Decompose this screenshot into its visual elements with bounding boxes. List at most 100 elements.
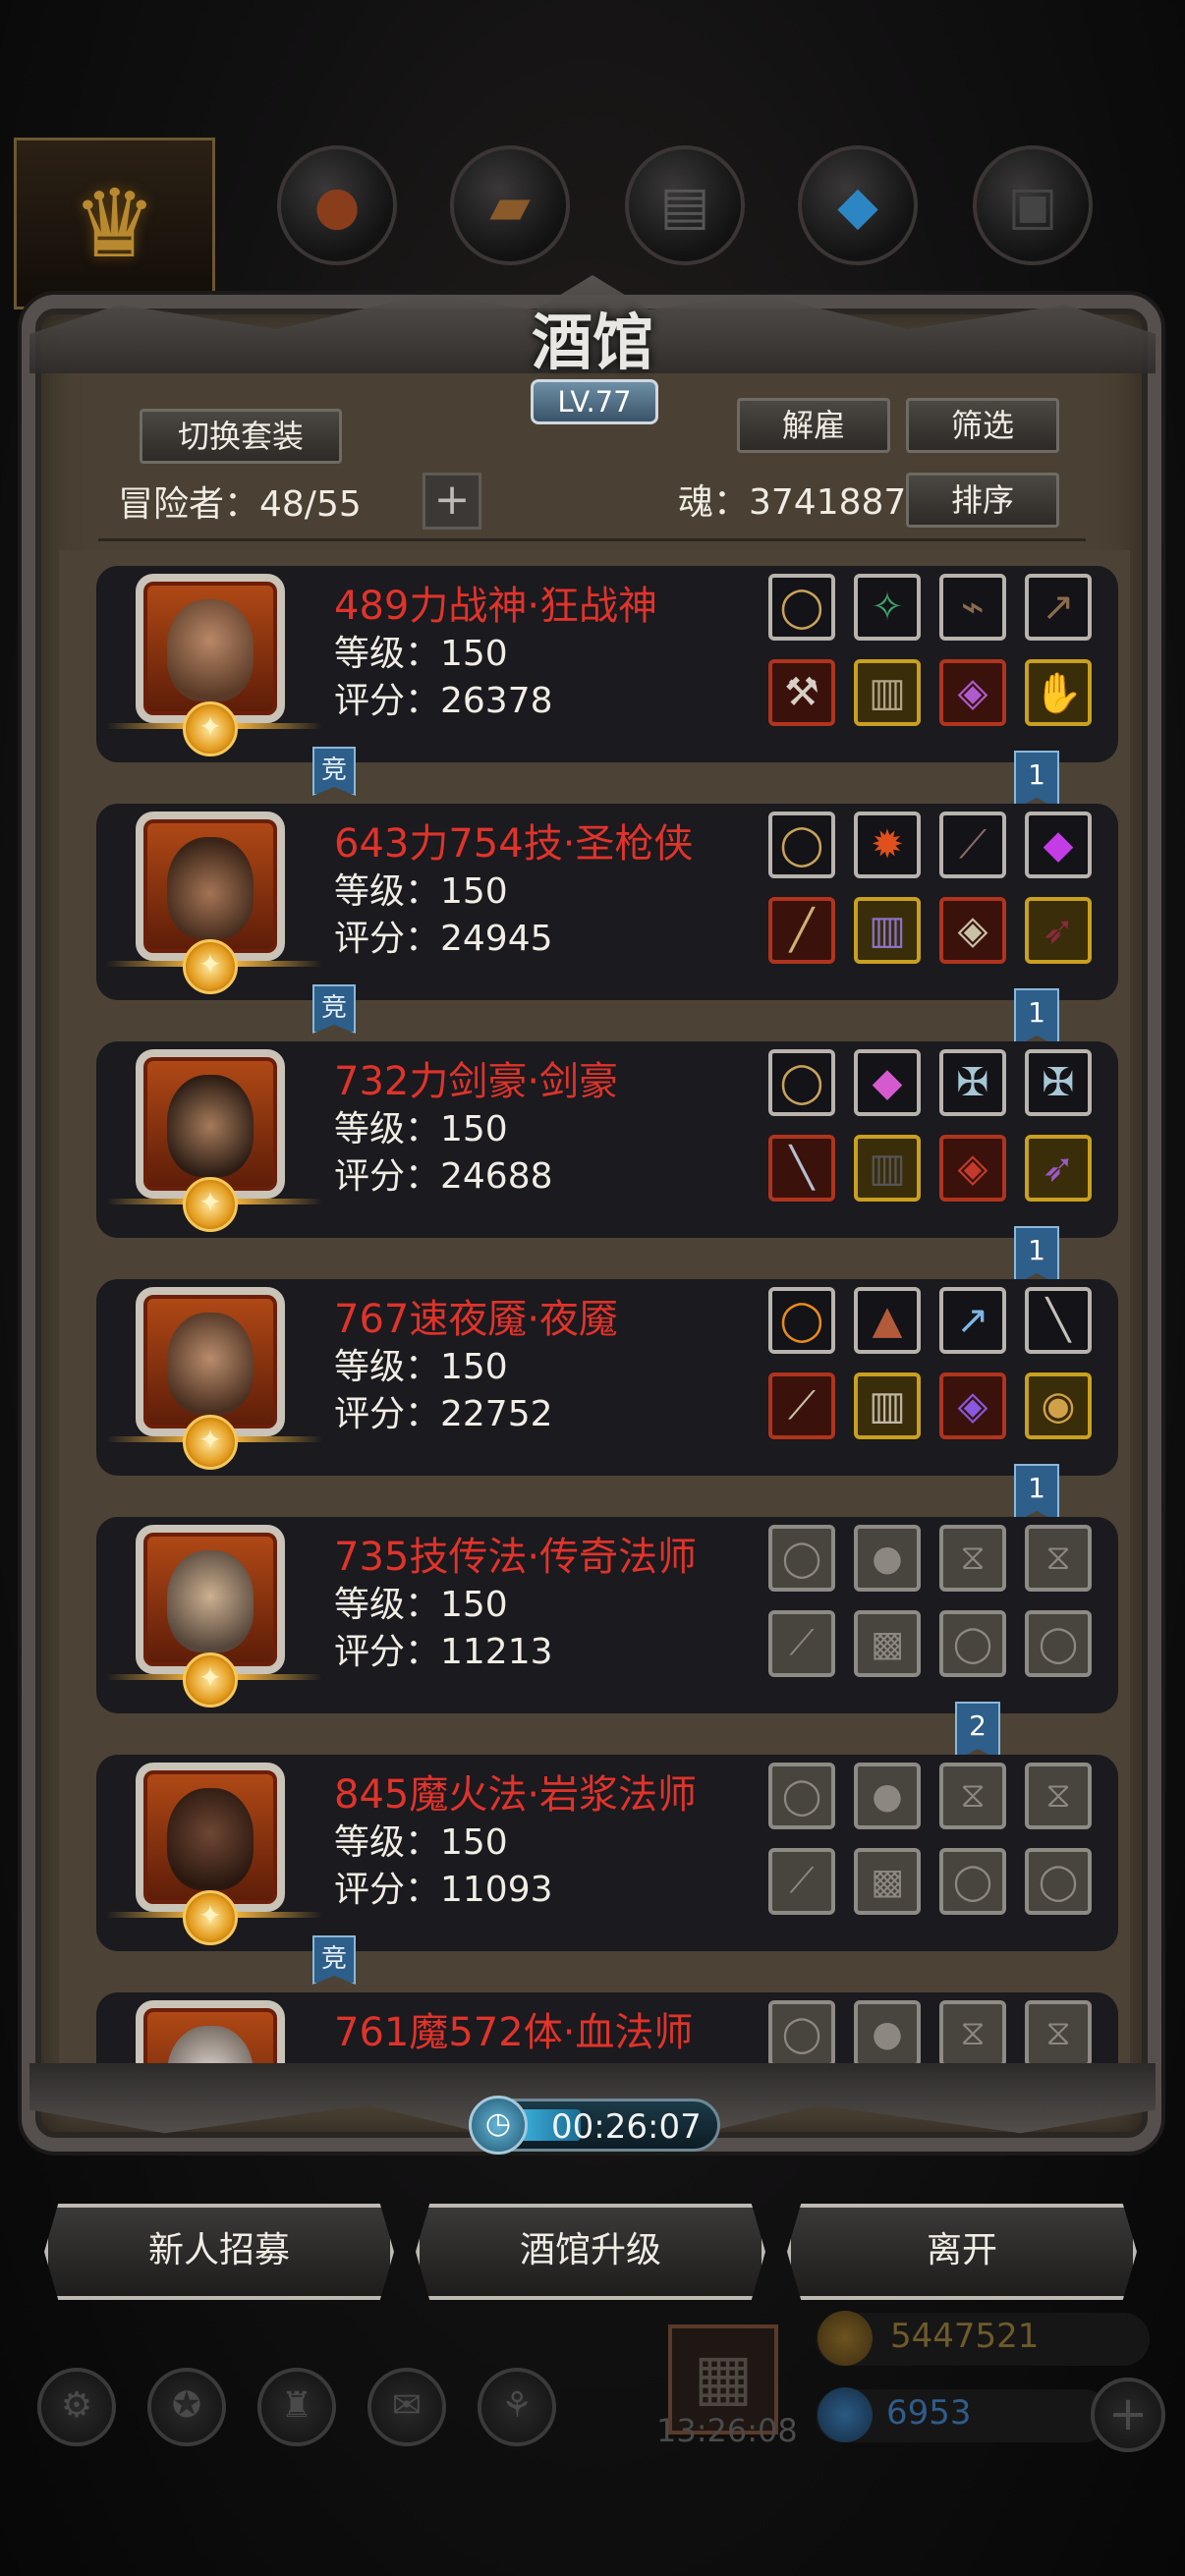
achievement-icon[interactable]: ✪	[147, 2368, 226, 2446]
switch-set-button[interactable]: 切换套装	[140, 409, 342, 464]
hero-score: 评分：26378	[334, 681, 553, 721]
empty-armor-slot-icon[interactable]: ▩	[854, 1848, 921, 1915]
hero-card[interactable]: ✦ 732力剑豪·剑豪 等级：150 评分：24688 ◯ ◆ ✠ ✠ ╲ ▥ …	[96, 1041, 1118, 1238]
axe-icon[interactable]: ⚒	[768, 659, 835, 726]
rune-icon[interactable]: ✠	[1025, 1049, 1092, 1116]
hero-card[interactable]: ✦ 489力战神·狂战神 等级：150 评分：26378 ◯ ✧ ⌁ ↗ ⚒ ▥…	[96, 566, 1118, 762]
leave-button[interactable]: 离开	[787, 2204, 1137, 2300]
hero-list[interactable]: ✦ 489力战神·狂战神 等级：150 评分：26378 ◯ ✧ ⌁ ↗ ⚒ ▥…	[59, 550, 1130, 2071]
star-icon: ✦	[183, 1415, 238, 1470]
helmet-icon[interactable]: ◈	[939, 897, 1006, 964]
empty-rune-slot-icon[interactable]: ⧖	[939, 1763, 1006, 1829]
rune-icon[interactable]: ✠	[939, 1049, 1006, 1116]
hud-clock: 13:26:08	[656, 2412, 798, 2449]
empty-accessory-slot-icon[interactable]: ◯	[1025, 1848, 1092, 1915]
empty-weapon-slot-icon[interactable]: ⟋	[768, 1848, 835, 1915]
empty-gem-slot-icon[interactable]: ●	[854, 1763, 921, 1829]
boots-icon[interactable]: ➶	[1025, 1135, 1092, 1202]
empty-accessory-slot-icon[interactable]: ◯	[1025, 1610, 1092, 1677]
star-icon: ✦	[183, 701, 238, 756]
hero-name: 767速夜魇·夜魇	[334, 1297, 619, 1342]
gem-icon	[818, 2387, 873, 2442]
wing-decoration	[234, 1436, 322, 1442]
hero-menu-icon[interactable]: ♜	[257, 2368, 336, 2446]
hero-card[interactable]: ✦ 845魔火法·岩浆法师 等级：150 评分：11093 ◯ ● ⧖ ⧖ ⟋ …	[96, 1755, 1118, 1951]
mail-icon[interactable]: ✉	[367, 2368, 446, 2446]
boots-icon[interactable]: ➶	[1025, 897, 1092, 964]
filter-button[interactable]: 筛选	[906, 398, 1059, 453]
spear-icon[interactable]: ╱	[768, 897, 835, 964]
hero-card[interactable]: ✦ 767速夜魇·夜魇 等级：150 评分：22752 ◯ ▲ ↗ ╲ ⟋ ▥ …	[96, 1279, 1118, 1476]
empty-ring-slot-icon[interactable]: ◯	[768, 2000, 835, 2067]
stone-icon: ▤	[659, 174, 710, 237]
fire-gem-icon[interactable]: ✹	[854, 812, 921, 878]
arena-tag: 竞	[312, 984, 356, 1034]
recruit-button[interactable]: 新人招募	[44, 2204, 394, 2300]
ring-icon[interactable]: ◯	[768, 1287, 835, 1354]
star-icon: ✦	[183, 1652, 238, 1708]
hero-card[interactable]: ✦ 735技传法·传奇法师 等级：150 评分：11213 ◯ ● ⧖ ⧖ ⟋ …	[96, 1517, 1118, 1713]
amulet-icon[interactable]: ⌁	[939, 574, 1006, 641]
ring-icon[interactable]: ◯	[768, 1049, 835, 1116]
add-resource-icon[interactable]: +	[1091, 2378, 1165, 2452]
cloak-icon[interactable]: ▲	[854, 1287, 921, 1354]
wing-decoration	[234, 1199, 322, 1204]
armor-icon[interactable]: ▥	[854, 659, 921, 726]
resource-orb-meat: ●	[277, 145, 397, 265]
star-icon: ✦	[183, 1890, 238, 1945]
empty-gem-slot-icon[interactable]: ●	[854, 1525, 921, 1592]
hero-level: 等级：150	[334, 871, 508, 912]
wing-decoration	[234, 1674, 322, 1680]
ring-icon[interactable]: ◯	[768, 812, 835, 878]
hero-level: 等级：150	[334, 1585, 508, 1625]
empty-armor-slot-icon[interactable]: ▩	[854, 1610, 921, 1677]
panel-title: 酒馆	[531, 307, 653, 378]
gem-icon[interactable]: ◆	[854, 1049, 921, 1116]
armor-icon[interactable]: ▥	[854, 897, 921, 964]
gem-icon[interactable]: ✧	[854, 574, 921, 641]
empty-ring-slot-icon[interactable]: ◯	[768, 1525, 835, 1592]
boots-icon[interactable]: ↗	[1025, 574, 1092, 641]
feather-icon[interactable]: ⟋	[939, 812, 1006, 878]
arena-tag: 竞	[312, 1935, 356, 1985]
armor-icon[interactable]: ▥	[854, 1372, 921, 1439]
ring-icon[interactable]: ◯	[768, 574, 835, 641]
adventurer-count: 冒险者：48/55	[118, 484, 362, 525]
sort-button[interactable]: 排序	[906, 473, 1059, 528]
helmet-icon[interactable]: ◈	[939, 1372, 1006, 1439]
wood-icon: ▰	[489, 174, 531, 237]
gloves-icon[interactable]: ◉	[1025, 1372, 1092, 1439]
empty-rune-slot-icon[interactable]: ⧖	[1025, 1525, 1092, 1592]
boots-icon[interactable]: ↗	[939, 1287, 1006, 1354]
crystal-icon[interactable]: ◆	[1025, 812, 1092, 878]
add-slot-button[interactable]: +	[423, 473, 481, 530]
dismiss-button[interactable]: 解雇	[737, 398, 890, 453]
dagger-icon[interactable]: ╲	[1025, 1287, 1092, 1354]
hero-portrait	[136, 2000, 285, 2071]
sword-icon[interactable]: ╲	[768, 1135, 835, 1202]
shop-icon[interactable]: ⚘	[478, 2368, 556, 2446]
empty-rune-slot-icon[interactable]: ⧖	[1025, 2000, 1092, 2067]
empty-rune-slot-icon[interactable]: ⧖	[939, 2000, 1006, 2067]
gauntlet-icon[interactable]: ✋	[1025, 659, 1092, 726]
empty-accessory-slot-icon[interactable]: ◯	[939, 1610, 1006, 1677]
hero-card[interactable]: 761魔572体·血法师 ◯ ● ⧖ ⧖	[96, 1992, 1118, 2071]
helmet-icon[interactable]: ◈	[939, 1135, 1006, 1202]
settings-gear-icon[interactable]: ⚙	[37, 2368, 116, 2446]
guild-emblem[interactable]: ♛	[14, 138, 215, 309]
empty-rune-slot-icon[interactable]: ⧖	[939, 1525, 1006, 1592]
empty-accessory-slot-icon[interactable]: ◯	[939, 1848, 1006, 1915]
gold-amount: 5447521	[890, 2317, 1040, 2356]
upgrade-tavern-button[interactable]: 酒馆升级	[416, 2204, 765, 2300]
meat-icon: ●	[313, 174, 361, 237]
empty-gem-slot-icon[interactable]: ●	[854, 2000, 921, 2067]
hero-card[interactable]: ✦ 643力754技·圣枪侠 等级：150 评分：24945 ◯ ✹ ⟋ ◆ ╱…	[96, 804, 1118, 1000]
empty-rune-slot-icon[interactable]: ⧖	[1025, 1763, 1092, 1829]
blade-icon[interactable]: ⟋	[768, 1372, 835, 1439]
wing-decoration	[106, 961, 195, 967]
divider	[98, 538, 1086, 541]
empty-weapon-slot-icon[interactable]: ⟋	[768, 1610, 835, 1677]
armor-icon[interactable]: ▥	[854, 1135, 921, 1202]
helmet-icon[interactable]: ◈	[939, 659, 1006, 726]
empty-ring-slot-icon[interactable]: ◯	[768, 1763, 835, 1829]
